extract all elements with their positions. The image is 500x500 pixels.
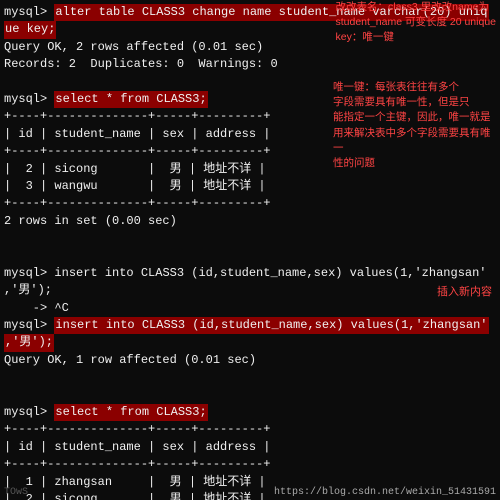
cmd-10: ,'男'); [4,334,54,351]
line-4: Records: 2 Duplicates: 0 Warnings: 0 [4,56,496,73]
line-11: Query OK, 1 row affected (0.01 sec) [4,352,496,369]
annotation-top-right: 改改表名：class3 里改改name为student_name 可变长度 20… [335,0,496,46]
annotation-insert: 插入新内容 [437,285,492,301]
blank-2 [4,230,496,247]
line-8: -> ^C [4,300,496,317]
result-3: Query OK, 2 rows affected (0.01 sec) [4,39,263,56]
annotation-middle-right: 唯一键：每张表往往有多个字段需要具有唯一性，但是只能指定一个主键，因此，唯一就是… [333,80,498,171]
table-border-4: +----+--------------+-----+---------+ [4,421,496,438]
cmd-7: ,'男'); [4,282,52,299]
prompt-12: mysql> [4,404,54,421]
table-border-5: +----+--------------+-----+---------+ [4,456,496,473]
blank-3 [4,247,496,264]
result-4: Records: 2 Duplicates: 0 Warnings: 0 [4,56,278,73]
terminal: mysql> alter table CLASS3 change name st… [0,0,500,500]
table-header-2: | id | student_name | sex | address | [4,439,496,456]
prompt-6: mysql> [4,265,54,282]
line-7: ,'男'); [4,282,496,299]
cmd-5: select * from CLASS3; [54,91,207,108]
table-border-3: +----+--------------+-----+---------+ [4,195,496,212]
table-row-2: | 3 | wangwu | 男 | 地址不详 | [4,178,496,195]
watermark: TOwS [4,487,28,498]
url-bar: https://blog.csdn.net/weixin_51431591 [274,487,496,498]
line-10: ,'男'); [4,334,496,351]
result-11: Query OK, 1 row affected (0.01 sec) [4,352,256,369]
cmd-2: ue key; [4,21,56,38]
prompt-1: mysql> [4,4,54,21]
arrow: -> ^C [4,300,69,317]
blank-4 [4,369,496,386]
line-9: mysql> insert into CLASS3 (id,student_na… [4,317,496,334]
cmd-12: select * from CLASS3; [54,404,207,421]
line-rows-1: 2 rows in set (0.00 sec) [4,213,496,230]
blank-5 [4,387,496,404]
line-6: mysql> insert into CLASS3 (id,student_na… [4,265,496,282]
cmd-9: insert into CLASS3 (id,student_name,sex)… [54,317,488,334]
cmd-6: insert into CLASS3 (id,student_name,sex)… [54,265,486,282]
line-12: mysql> select * from CLASS3; [4,404,496,421]
prompt-9: mysql> [4,317,54,334]
prompt-5: mysql> [4,91,54,108]
